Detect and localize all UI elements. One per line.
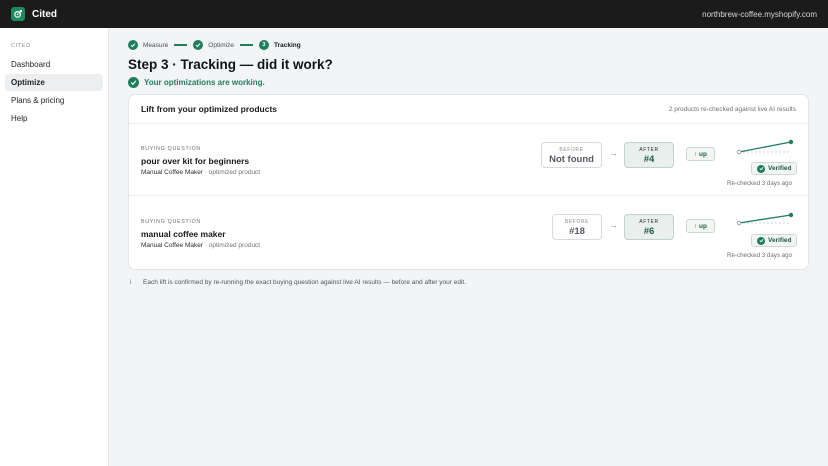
- arrow-right-icon: →: [609, 220, 618, 230]
- step-optimize[interactable]: Optimize: [208, 42, 234, 49]
- verified-check-icon: [757, 236, 765, 245]
- stepper: Measure Optimize 3 Tracking: [128, 40, 809, 50]
- before-label: BEFORE: [564, 219, 590, 225]
- sidebar-item-plans-pricing[interactable]: Plans & pricing: [5, 92, 103, 109]
- arrow-right-icon: →: [609, 148, 618, 158]
- main-content: Measure Optimize 3 Tracking Step 3 · Tra…: [128, 40, 809, 270]
- step-connector: [239, 44, 253, 46]
- product-suffix: · optimized product: [203, 242, 261, 249]
- before-rank-box: BEFORE Not found: [541, 142, 602, 168]
- page-title: Step 3 · Tracking — did it work?: [128, 57, 333, 72]
- product-name[interactable]: Manual Coffee Maker: [141, 169, 203, 176]
- footnote: i Each lift is confirmed by re-running t…: [130, 279, 466, 286]
- question-product: Manual Coffee Maker · optimized product: [141, 169, 260, 176]
- sidebar-heading: CITED: [11, 43, 31, 49]
- question-text: pour over kit for beginners: [141, 156, 250, 166]
- before-value: Not found: [549, 154, 594, 165]
- trend-up-badge: ↑ up: [686, 219, 715, 233]
- trend-sparkline: [736, 212, 794, 226]
- info-icon: i: [130, 279, 132, 286]
- trend-label: up: [699, 222, 707, 230]
- card-title: Lift from your optimized products: [141, 104, 277, 114]
- store-domain[interactable]: northbrew-coffee.myshopify.com: [702, 10, 817, 19]
- rechecked-text: Re-checked 3 days ago: [727, 180, 793, 187]
- after-value: #6: [643, 226, 655, 237]
- question-text: manual coffee maker: [141, 229, 226, 239]
- step-measure-check-icon: [128, 40, 138, 50]
- before-value: #18: [569, 226, 585, 237]
- step-number: 3: [262, 42, 266, 48]
- sidebar-item-dashboard[interactable]: Dashboard: [5, 56, 103, 73]
- table-row: BUYING QUESTION manual coffee maker Manu…: [129, 197, 808, 269]
- after-label: AFTER: [639, 147, 659, 153]
- app-logo-icon[interactable]: [11, 7, 25, 21]
- after-rank-box: AFTER #6: [624, 214, 674, 240]
- verified-badge: Verified: [751, 234, 798, 247]
- after-rank-box: AFTER #4: [624, 142, 674, 168]
- arrow-up-icon: ↑: [693, 222, 698, 230]
- step-connector: [174, 44, 188, 46]
- trend-sparkline: [736, 139, 794, 155]
- question-label: BUYING QUESTION: [141, 146, 201, 152]
- arrow-up-icon: ↑: [693, 150, 698, 158]
- step-tracking[interactable]: Tracking: [274, 42, 301, 49]
- table-row: BUYING QUESTION pour over kit for beginn…: [129, 124, 808, 196]
- lift-card: Lift from your optimized products 2 prod…: [128, 94, 809, 270]
- card-header: Lift from your optimized products 2 prod…: [129, 95, 808, 124]
- after-label: AFTER: [639, 219, 659, 225]
- verified-badge: Verified: [751, 162, 798, 175]
- before-label: BEFORE: [559, 147, 584, 153]
- verified-label: Verified: [768, 237, 792, 244]
- verified-check-icon: [757, 164, 765, 173]
- before-rank-box: BEFORE #18: [552, 214, 602, 240]
- sidebar-item-help[interactable]: Help: [5, 110, 103, 127]
- footnote-text: Each lift is confirmed by re-running the…: [143, 279, 467, 286]
- after-value: #4: [643, 154, 655, 165]
- rechecked-text: Re-checked 3 days ago: [727, 252, 793, 259]
- sidebar: CITED Dashboard Optimize Plans & pricing…: [0, 28, 109, 466]
- question-product: Manual Coffee Maker · optimized product: [141, 242, 260, 249]
- product-name[interactable]: Manual Coffee Maker: [141, 242, 203, 249]
- status-check-icon: [128, 77, 139, 88]
- step-optimize-check-icon: [193, 40, 204, 50]
- status-banner: Your optimizations are working.: [128, 77, 809, 88]
- card-note: 2 products re-checked against live AI re…: [668, 105, 796, 113]
- verified-label: Verified: [768, 165, 792, 172]
- app-name: Cited: [32, 8, 57, 20]
- step-measure[interactable]: Measure: [143, 42, 168, 49]
- trend-up-badge: ↑ up: [686, 147, 715, 161]
- status-text: Your optimizations are working.: [144, 78, 265, 87]
- product-suffix: · optimized product: [203, 169, 261, 176]
- trend-label: up: [699, 150, 707, 158]
- step-tracking-number: 3: [258, 40, 269, 50]
- sidebar-item-optimize[interactable]: Optimize: [5, 74, 103, 91]
- question-label: BUYING QUESTION: [141, 219, 201, 225]
- top-bar: Cited northbrew-coffee.myshopify.com: [0, 0, 828, 28]
